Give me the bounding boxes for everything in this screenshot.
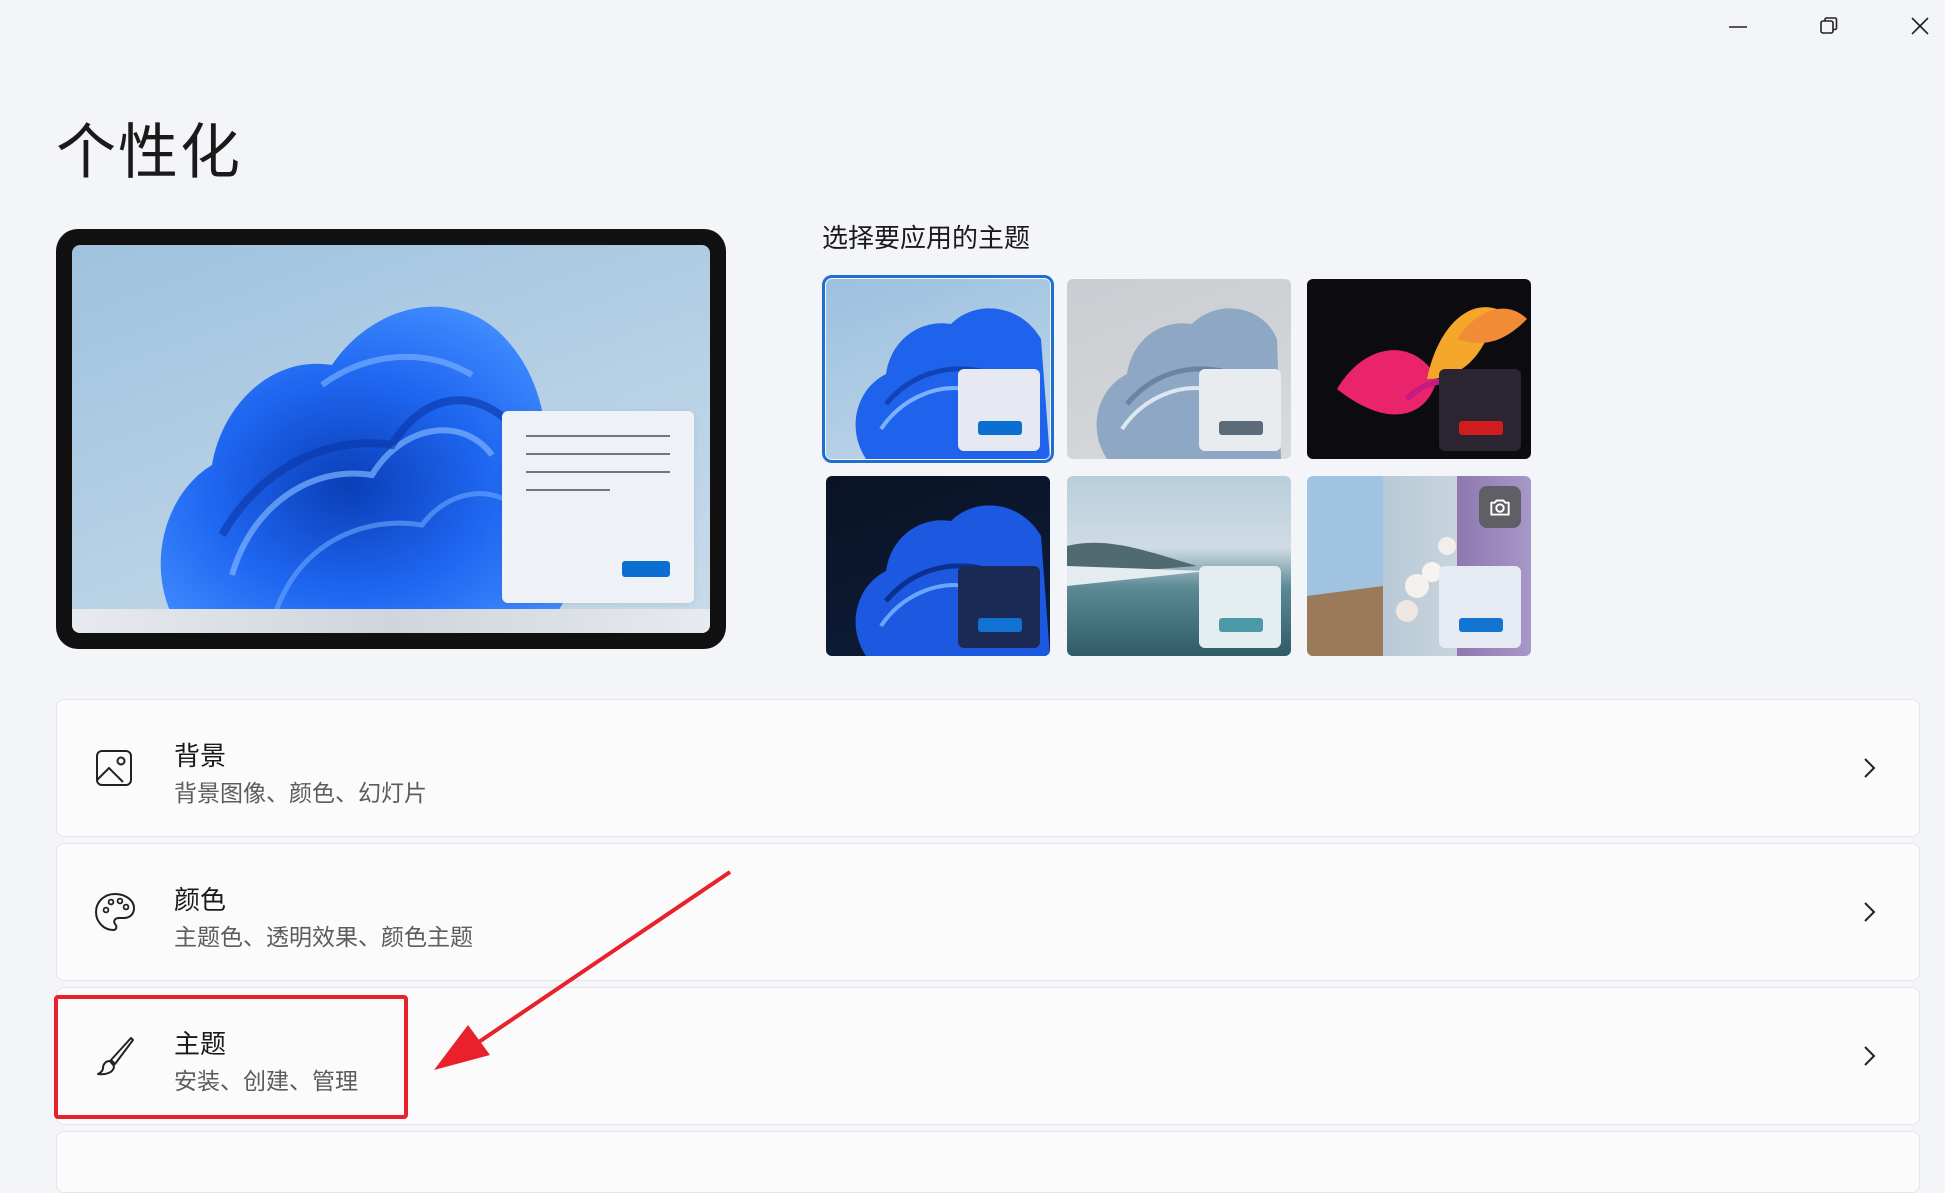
close-button[interactable] — [1880, 6, 1945, 46]
theme-tile-sunrise[interactable] — [1067, 476, 1291, 656]
tile-window-card — [1199, 369, 1281, 451]
settings-row-themes[interactable]: 主题 安装、创建、管理 — [56, 987, 1920, 1125]
row-title: 主题 — [174, 1030, 227, 1060]
tile-window-card — [1199, 566, 1281, 648]
tile-accent-button — [978, 421, 1022, 435]
tile-window-card — [958, 369, 1040, 451]
row-subtitle: 安装、创建、管理 — [174, 1069, 358, 1095]
theme-tile-flow[interactable] — [1307, 476, 1531, 656]
minimize-icon — [1729, 26, 1747, 28]
tile-window-card — [1439, 566, 1521, 648]
restore-icon — [1820, 17, 1838, 34]
minimize-button[interactable] — [1698, 6, 1778, 46]
theme-preview — [56, 229, 726, 649]
page-title: 个性化 — [56, 118, 242, 188]
preview-taskbar — [72, 609, 710, 633]
image-icon — [96, 750, 132, 786]
preview-window — [502, 411, 694, 603]
themes-label: 选择要应用的主题 — [822, 224, 1031, 254]
tile-window-card — [1439, 369, 1521, 451]
theme-tile-windows-light[interactable] — [822, 275, 1054, 463]
settings-row-next[interactable] — [56, 1131, 1920, 1193]
row-title: 背景 — [174, 742, 227, 772]
palette-icon — [94, 892, 136, 932]
brush-icon — [97, 1037, 134, 1076]
restore-button[interactable] — [1789, 6, 1869, 46]
tile-window-card — [958, 566, 1040, 648]
chevron-right-icon — [1864, 758, 1876, 778]
tile-accent-button — [1219, 618, 1263, 632]
theme-tile-captured-motion[interactable] — [1307, 279, 1531, 459]
tile-accent-button — [1459, 618, 1503, 632]
chevron-right-icon — [1864, 1046, 1876, 1066]
settings-row-colors[interactable]: 颜色 主题色、透明效果、颜色主题 — [56, 843, 1920, 981]
close-icon — [1911, 17, 1929, 35]
row-subtitle: 背景图像、颜色、幻灯片 — [174, 781, 427, 807]
tile-accent-button — [978, 618, 1022, 632]
tile-accent-button — [1219, 421, 1263, 435]
theme-tile-glow[interactable] — [1067, 279, 1291, 459]
preview-accent-button — [622, 561, 670, 577]
theme-tile-windows-dark[interactable] — [826, 476, 1050, 656]
tile-accent-button — [1459, 421, 1503, 435]
row-subtitle: 主题色、透明效果、颜色主题 — [174, 925, 473, 951]
preview-wallpaper — [72, 245, 710, 633]
settings-row-background[interactable]: 背景 背景图像、颜色、幻灯片 — [56, 699, 1920, 837]
camera-icon — [1479, 486, 1521, 528]
row-title: 颜色 — [174, 886, 227, 916]
chevron-right-icon — [1864, 902, 1876, 922]
